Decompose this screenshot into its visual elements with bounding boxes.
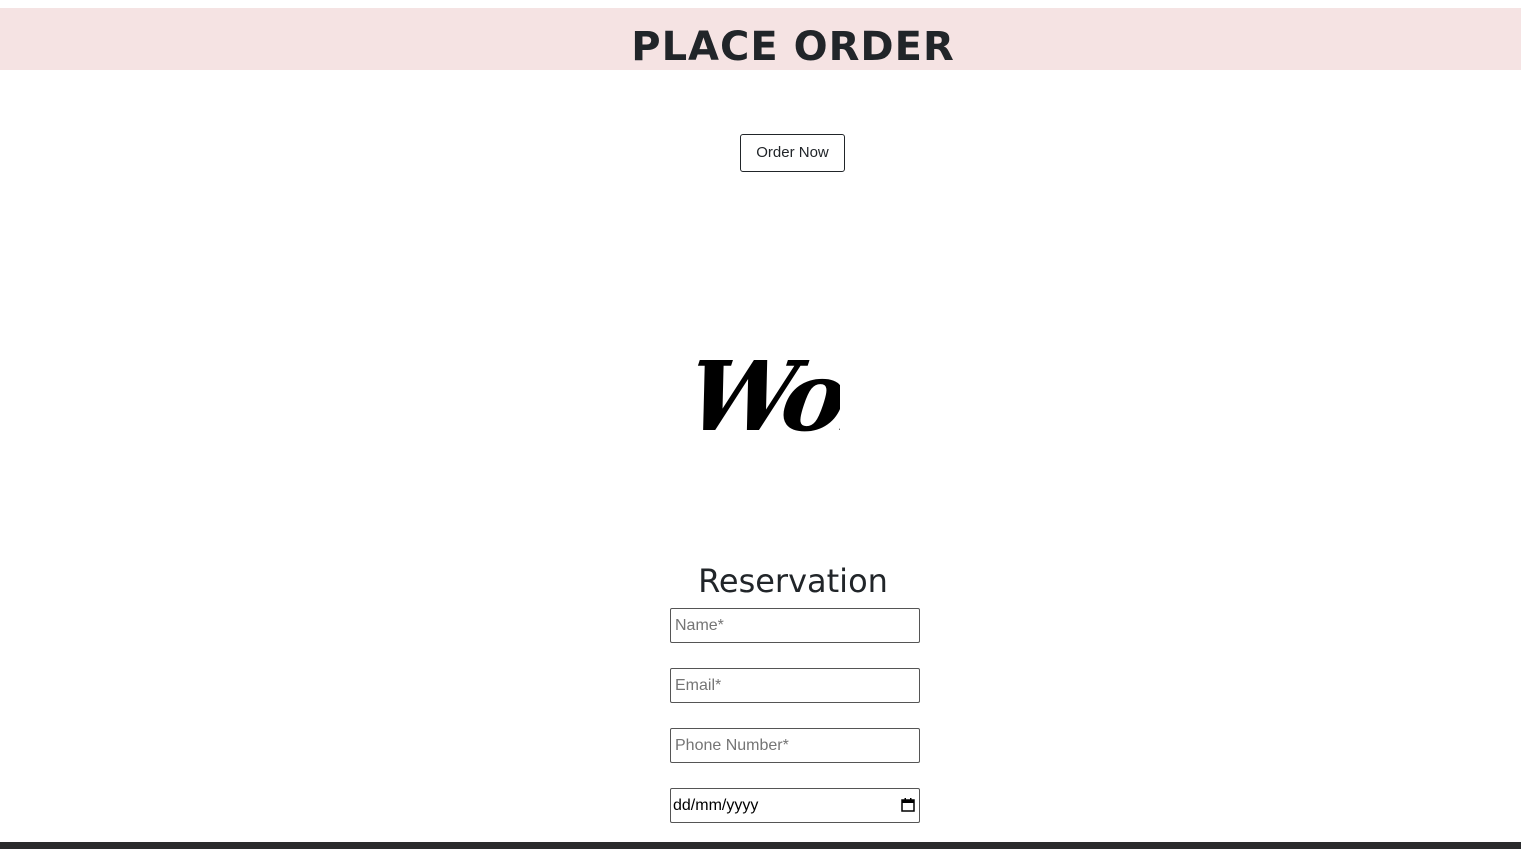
date-placeholder: dd/mm/yyyy [673, 797, 759, 814]
phone-number-field[interactable] [670, 728, 920, 763]
reservation-title: Reservation [698, 562, 888, 600]
calendar-icon[interactable] [901, 798, 915, 812]
date-field[interactable]: dd/mm/yyyy [670, 788, 920, 823]
name-field[interactable] [670, 608, 920, 643]
page: PLACE ORDER Order Now Wol Reservation dd… [0, 0, 1521, 849]
email-field[interactable] [670, 668, 920, 703]
footer-bar [0, 842, 1521, 849]
svg-text:Wol: Wol [681, 339, 840, 450]
brand-logo: Wol [681, 339, 840, 450]
page-title: PLACE ORDER [631, 24, 955, 70]
order-now-button[interactable]: Order Now [740, 134, 845, 172]
